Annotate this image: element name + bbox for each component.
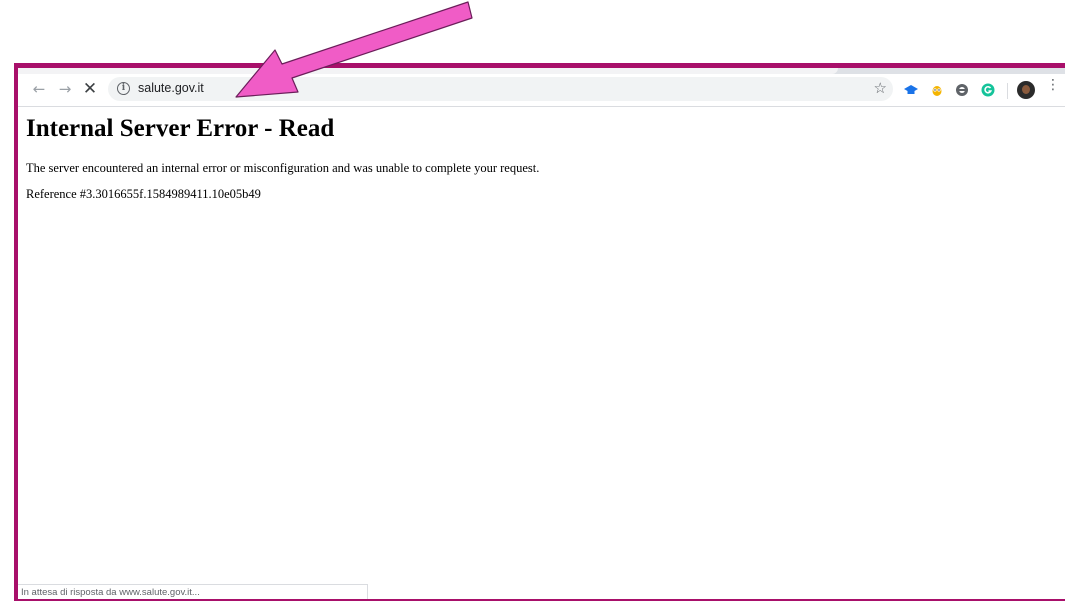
- address-bar-url[interactable]: salute.gov.it: [138, 81, 204, 95]
- grammarly-icon[interactable]: [981, 83, 995, 97]
- kebab-menu-icon[interactable]: ⋮: [1046, 78, 1060, 100]
- toolbar-divider: [1007, 83, 1008, 99]
- back-arrow-icon: ←: [32, 80, 46, 98]
- owl-icon[interactable]: [930, 83, 944, 97]
- forward-arrow-icon: →: [58, 80, 72, 98]
- browser-toolbar: ← → ✕ i salute.gov.it ☆ ⋮: [18, 74, 1065, 107]
- status-bar: In attesa di risposta da www.salute.gov.…: [18, 584, 368, 599]
- error-message: The server encountered an internal error…: [26, 161, 540, 175]
- close-icon: ✕: [82, 79, 98, 99]
- ring-icon[interactable]: [955, 83, 969, 97]
- error-reference: Reference #3.3016655f.1584989411.10e05b4…: [26, 187, 261, 201]
- graduation-cap-icon[interactable]: [904, 83, 918, 97]
- site-info-icon[interactable]: i: [117, 82, 130, 95]
- profile-avatar[interactable]: [1017, 81, 1035, 99]
- stop-loading-button[interactable]: ✕: [79, 78, 101, 100]
- bookmark-star-icon[interactable]: ☆: [874, 79, 887, 97]
- address-bar[interactable]: i salute.gov.it ☆: [108, 77, 893, 101]
- error-heading: Internal Server Error - Read: [26, 115, 335, 142]
- browser-window: ← → ✕ i salute.gov.it ☆ ⋮ Internal Serve…: [14, 63, 1065, 601]
- page-content: Internal Server Error - Read The server …: [18, 107, 1065, 599]
- back-button[interactable]: ←: [28, 78, 50, 100]
- forward-button[interactable]: →: [54, 78, 76, 100]
